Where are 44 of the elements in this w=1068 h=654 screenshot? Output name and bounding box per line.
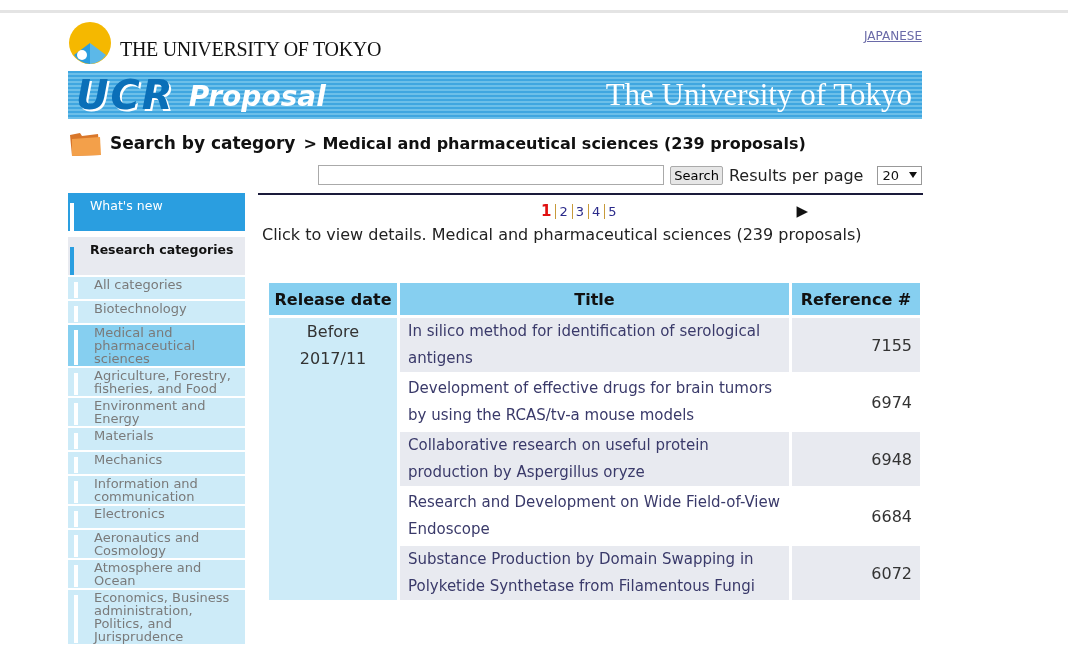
category-link[interactable]: Electronics — [68, 506, 245, 528]
per-page-dropdown[interactable]: 20 — [877, 165, 922, 185]
title-link[interactable]: Substance Production by Domain Swapping in Polyketide Synthetase from Filamentous Fungi — [400, 546, 789, 600]
category-link[interactable]: All categories — [68, 277, 245, 299]
category-link[interactable]: Mechanics — [68, 452, 245, 474]
university-logo-text: THE UNIVERSITY OF TOKYO — [120, 38, 382, 62]
title-link[interactable]: Collaborative research on useful protein production by Aspergillus oryze — [400, 432, 789, 486]
page-link[interactable]: 2 — [555, 203, 568, 219]
category-link[interactable]: Aeronautics and Cosmology — [68, 530, 245, 558]
column-header: Title — [400, 283, 789, 315]
page-link[interactable]: 3 — [571, 203, 584, 219]
breadcrumb-current: > Medical and pharmaceutical sciences (239 proposals) — [303, 133, 806, 153]
title-link[interactable]: In silico method for identification of serological antigens — [400, 318, 789, 372]
breadcrumb-link[interactable]: Search by category — [110, 133, 296, 153]
dropdown-caret-icon — [909, 172, 917, 178]
page-link[interactable]: 5 — [604, 203, 617, 219]
category-link[interactable]: Agriculture, Forestry, fisheries, and Food — [68, 368, 245, 396]
category-link[interactable]: Medical and pharmaceutical sciences — [68, 325, 245, 366]
category-link[interactable]: Environment and Energy — [68, 398, 245, 426]
page-link[interactable]: 1 — [538, 202, 552, 220]
news-link[interactable]: What's new — [68, 193, 245, 231]
next-page-link[interactable]: ▶ — [796, 202, 809, 220]
release-date-cell: Before 2017/11 — [269, 318, 397, 600]
category-link[interactable]: Biotechnology — [68, 301, 245, 323]
reference-cell: 6948 — [792, 432, 920, 486]
results-per-page-label: Results per page — [728, 165, 864, 185]
search-field[interactable] — [318, 165, 665, 185]
search-button[interactable]: Search — [670, 165, 723, 185]
banner-title: The University of Tokyo — [605, 77, 912, 113]
column-header: Reference # — [792, 283, 920, 315]
category-link[interactable]: Atmosphere and Ocean — [68, 560, 245, 588]
ginkgo-logo-icon — [68, 21, 112, 65]
category-link[interactable]: Information and communication — [68, 476, 245, 504]
intro-text: Click to view details. Medical and pharmaceutical sciences (239 proposals) — [262, 225, 863, 244]
page-link[interactable]: 4 — [588, 203, 601, 219]
column-header: Release date — [269, 283, 397, 315]
reference-cell: 6072 — [792, 546, 920, 600]
reference-cell: 7155 — [792, 318, 920, 372]
research-categories-link[interactable]: Research categories — [68, 237, 245, 275]
category-link[interactable]: Economics, Business administration, Politics, and Jurisprudence — [68, 590, 245, 644]
category-link[interactable]: Materials — [68, 428, 245, 450]
language-link[interactable]: JAPANESE — [864, 29, 922, 43]
banner-subtitle: Proposal — [188, 79, 326, 115]
brand-logo-text: UCR — [76, 73, 175, 117]
